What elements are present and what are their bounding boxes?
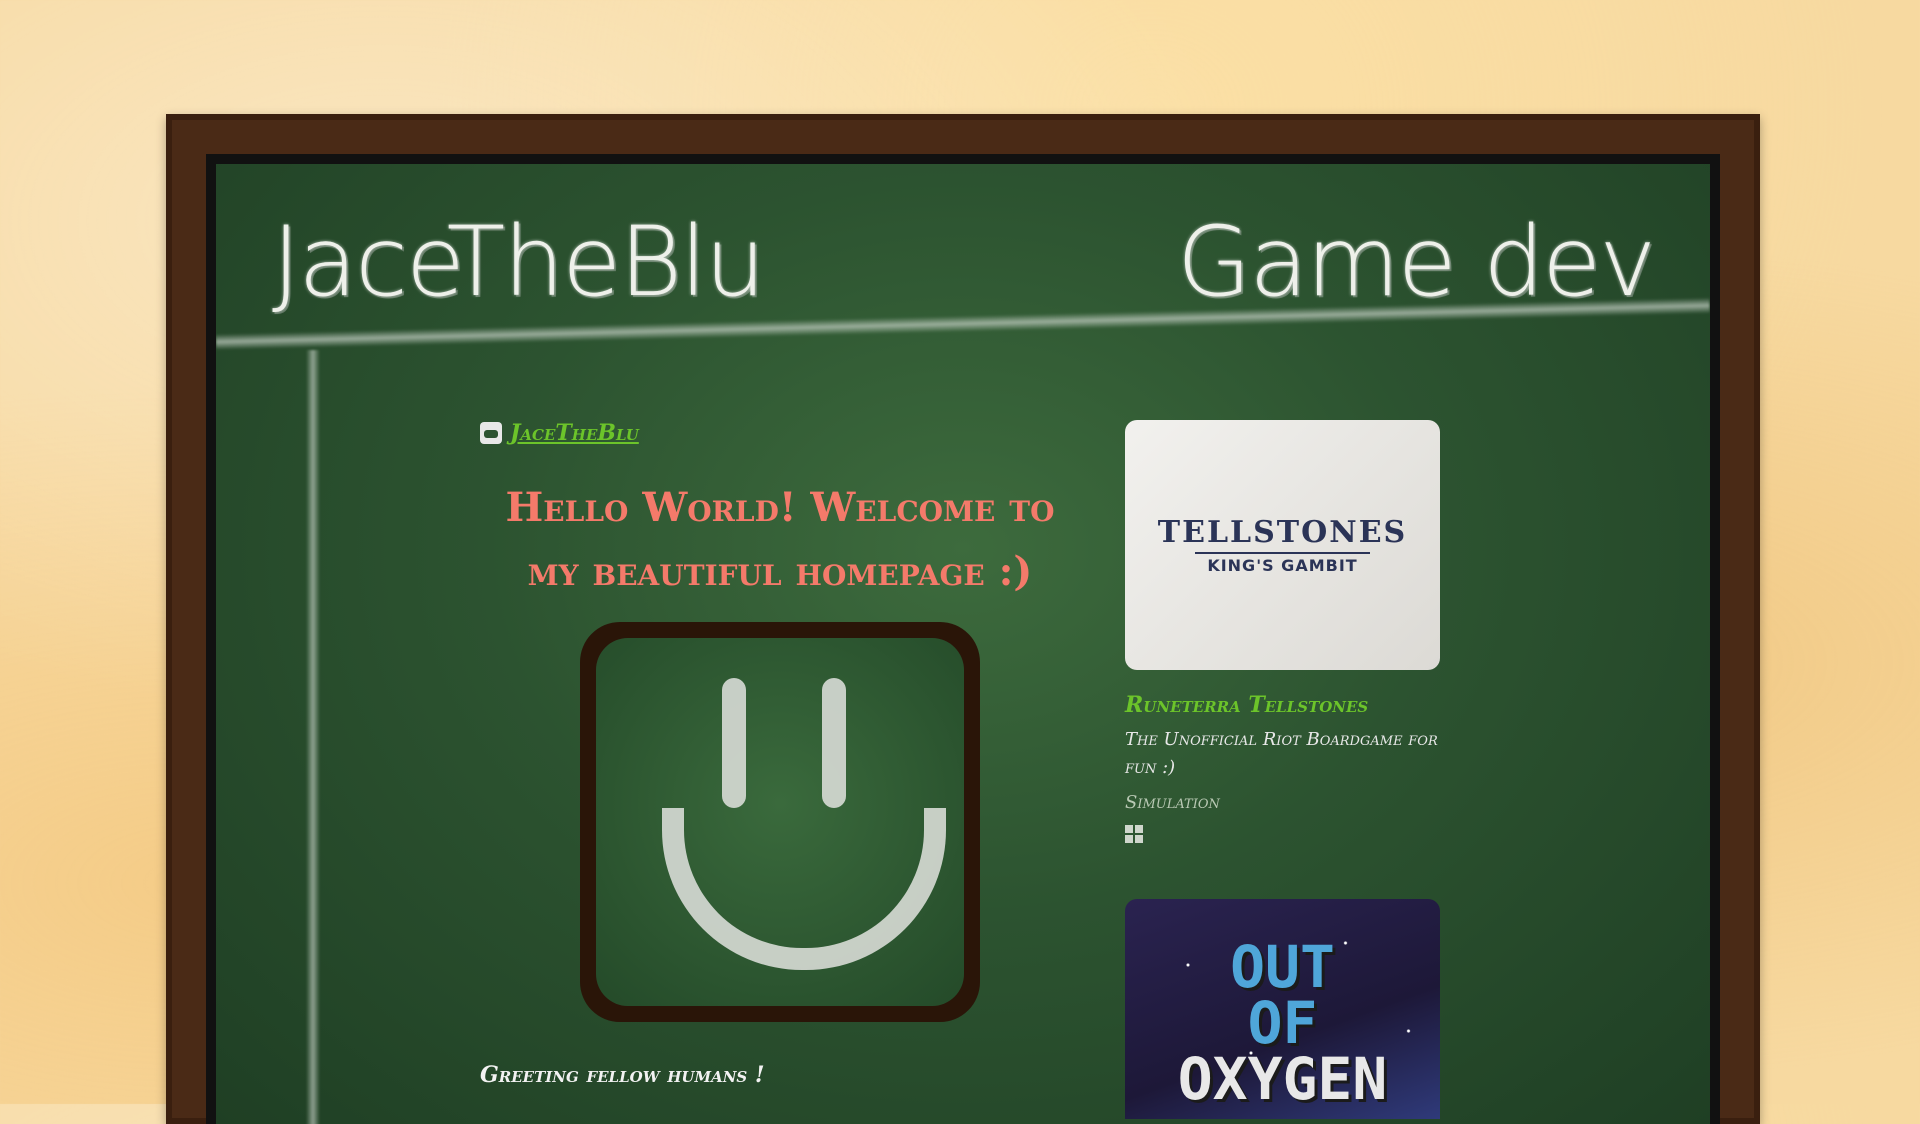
greeting-text: Greeting fellow humans !: [480, 1062, 765, 1088]
itchio-icon: [480, 422, 502, 444]
smiley-chalkboard: [596, 638, 964, 1006]
cover-title-text: OUT OF OXYGEN: [1125, 933, 1440, 1113]
cover-line-1: OUT: [1230, 933, 1335, 1001]
smiley-image: [580, 622, 980, 1022]
brand-right-title: Game dev: [1176, 206, 1656, 318]
smiley-left-eye: [722, 678, 746, 808]
username-link[interactable]: JaceTheBlu: [510, 420, 639, 446]
game-card-tellstones[interactable]: TELLSTONES KING'S GAMBIT Runeterra Tells…: [1125, 420, 1440, 843]
cover-line-3: OXYGEN: [1177, 1045, 1388, 1113]
cover-line-2: OF: [1247, 989, 1318, 1057]
smiley-right-eye: [822, 678, 846, 808]
brand-left-title: JaceTheBlu: [272, 206, 766, 318]
profile-link[interactable]: JaceTheBlu: [480, 420, 1080, 446]
chalk-divider-vertical: [306, 350, 320, 1124]
headline-line-2: my beautiful homepage :): [527, 548, 1033, 595]
game-cover-tellstones[interactable]: TELLSTONES KING'S GAMBIT: [1125, 420, 1440, 670]
game-cover-out-of-oxygen[interactable]: OUT OF OXYGEN: [1125, 899, 1440, 1119]
headline-line-1: Hello World! Welcome to: [505, 484, 1055, 531]
smiley-mouth: [662, 808, 946, 970]
game-title-link[interactable]: Runeterra Tellstones: [1125, 692, 1440, 718]
main-column: JaceTheBlu Hello World! Welcome to my be…: [480, 420, 1080, 1088]
page-headline: Hello World! Welcome to my beautiful hom…: [480, 476, 1080, 604]
cover-title: TELLSTONES: [1157, 515, 1408, 550]
windows-icon: [1125, 825, 1143, 843]
game-description: The Unofficial Riot Boardgame for fun :): [1125, 729, 1438, 778]
cover-subtitle: KING'S GAMBIT: [1195, 552, 1370, 575]
games-column: TELLSTONES KING'S GAMBIT Runeterra Tells…: [1125, 420, 1440, 1119]
game-card-out-of-oxygen[interactable]: OUT OF OXYGEN: [1125, 899, 1440, 1119]
game-genre-link[interactable]: Simulation: [1125, 792, 1440, 813]
